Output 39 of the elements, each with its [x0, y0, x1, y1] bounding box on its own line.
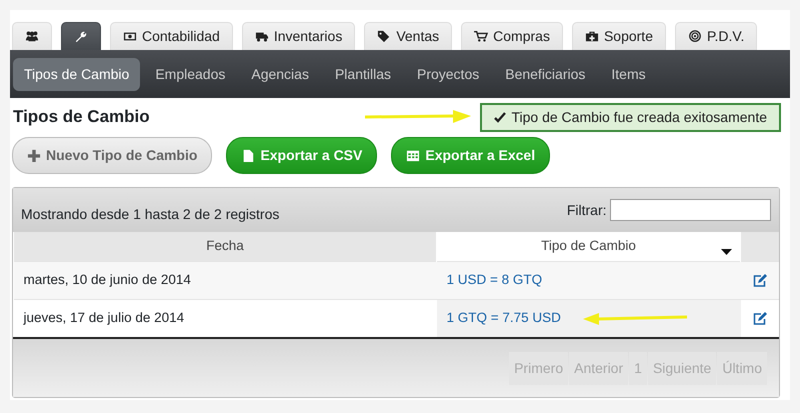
tag-icon — [377, 30, 392, 43]
nav-item[interactable]: Beneficiarios — [494, 58, 596, 90]
module-tab[interactable]: Soporte — [572, 22, 666, 50]
nav-item[interactable]: Proyectos — [406, 58, 490, 90]
module-tab[interactable]: Compras — [461, 22, 563, 50]
module-tab[interactable]: Inventarios — [242, 22, 356, 50]
wrench-icon — [74, 30, 88, 43]
plus-icon — [27, 149, 41, 162]
nav-item[interactable]: Items — [600, 58, 657, 90]
records-info: Mostrando desde 1 hasta 2 de 2 registros — [21, 205, 280, 224]
page-title: Tipos de Cambio — [13, 106, 150, 128]
nav-item[interactable]: Tipos de Cambio — [13, 58, 140, 90]
medkit-icon — [584, 30, 599, 43]
target-icon — [688, 30, 702, 43]
rate-link[interactable]: 1 USD = 8 GTQ — [436, 261, 740, 299]
rate-link[interactable]: 1 GTQ = 7.75 USD — [436, 299, 740, 337]
module-tab[interactable]: P.D.V. — [675, 22, 758, 50]
truck-icon — [254, 30, 269, 43]
document-icon — [241, 149, 256, 162]
nav-item[interactable]: Plantillas — [324, 58, 402, 90]
sort-caret-icon — [721, 248, 732, 254]
table-icon — [406, 149, 420, 162]
success-alert: Tipo de Cambio fue creada exitosamente — [480, 102, 781, 132]
banknote-icon — [123, 30, 137, 43]
check-icon — [494, 112, 506, 122]
users-icon — [25, 30, 39, 43]
table-cell: martes, 10 de junio de 2014 — [14, 261, 436, 299]
column-header[interactable]: Fecha — [14, 232, 436, 261]
module-tab[interactable]: Contabilidad — [110, 22, 233, 50]
module-tab[interactable]: Ventas — [364, 22, 452, 50]
filter-field[interactable] — [610, 199, 771, 221]
filter-label: Filtrar: — [566, 200, 606, 220]
cart-icon — [474, 30, 488, 43]
action-button[interactable]: Nuevo Tipo de Cambio — [12, 137, 212, 174]
edit-icon[interactable] — [752, 312, 767, 326]
nav-item[interactable]: Agencias — [240, 58, 320, 90]
module-tab[interactable] — [61, 22, 101, 50]
nav-item[interactable]: Empleados — [144, 58, 236, 90]
edit-icon[interactable] — [752, 274, 767, 287]
